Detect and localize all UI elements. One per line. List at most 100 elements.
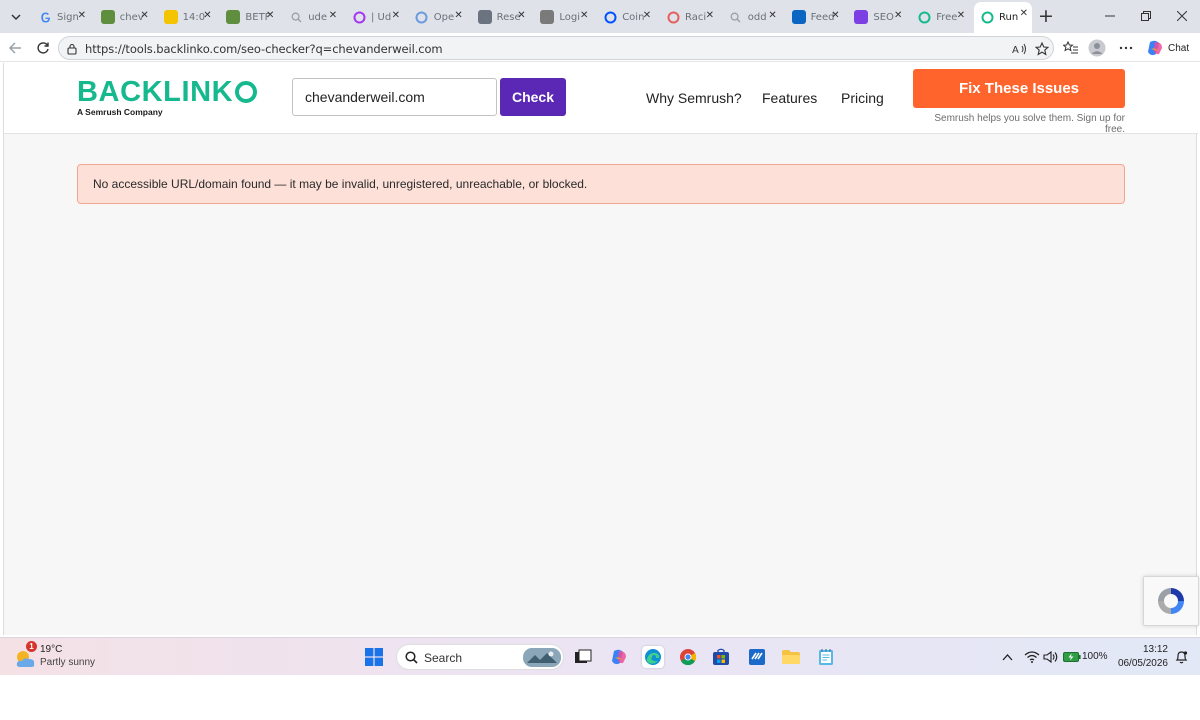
browser-tab-3[interactable]: 14:0 ✕ xyxy=(158,4,216,30)
taskbar-search-label: Search xyxy=(424,651,463,665)
openai-icon xyxy=(415,10,429,24)
browser-tab-1[interactable]: Sign ✕ xyxy=(32,4,90,30)
browser-tab-6[interactable]: | Ud ✕ xyxy=(346,4,404,30)
new-tab-button[interactable]: + xyxy=(1038,6,1054,26)
todo-app-button[interactable] xyxy=(746,646,768,668)
fix-these-issues-button[interactable]: Fix These Issues xyxy=(913,69,1125,108)
close-tab-icon[interactable]: ✕ xyxy=(517,9,525,23)
browser-tab-4[interactable]: BETF ✕ xyxy=(220,4,278,30)
refresh-button[interactable] xyxy=(34,39,52,57)
notifications-button[interactable] xyxy=(1170,646,1192,668)
minimize-button[interactable] xyxy=(1100,6,1120,26)
maximize-button[interactable] xyxy=(1136,6,1156,26)
show-hidden-icons-button[interactable] xyxy=(996,646,1018,668)
error-alert: No accessible URL/domain found — it may … xyxy=(77,164,1125,204)
error-alert-text: No accessible URL/domain found — it may … xyxy=(93,177,588,191)
browser-tab-7[interactable]: Ope ✕ xyxy=(409,4,467,30)
address-bar[interactable]: https://tools.backlinko.com/seo-checker?… xyxy=(58,36,1054,60)
close-tab-icon[interactable]: ✕ xyxy=(266,9,274,23)
browser-tab-14[interactable]: SEO ✕ xyxy=(848,4,906,30)
browser-tab-2[interactable]: chev ✕ xyxy=(95,4,153,30)
backlinko-logo[interactable]: BACKLINK A Semrush Company xyxy=(77,76,258,117)
task-view-button[interactable] xyxy=(572,646,594,668)
favorites-list-icon xyxy=(1063,41,1078,54)
edge-app-button[interactable] xyxy=(642,646,664,668)
cta-subtext: Semrush helps you solve them. Sign up fo… xyxy=(934,113,1125,135)
arrow-left-icon xyxy=(8,42,21,54)
weather-widget[interactable]: 1 19°C Partly sunny xyxy=(14,641,114,673)
close-tab-icon[interactable]: ✕ xyxy=(768,9,776,23)
favorite-button[interactable] xyxy=(1033,40,1051,58)
star-icon xyxy=(1035,42,1049,56)
close-tab-icon[interactable]: ✕ xyxy=(392,9,400,23)
lock-icon xyxy=(67,43,77,55)
browser-tab-strip: Sign ✕ chev ✕ 14:0 ✕ BETF ✕ ude ✕ | Ud ✕ Ope ✕ Rese ✕ Lo… xyxy=(0,0,1200,33)
back-button[interactable] xyxy=(6,39,24,57)
close-tab-icon[interactable]: ✕ xyxy=(894,9,902,23)
read-aloud-button[interactable]: A xyxy=(1011,40,1029,58)
notepad-icon xyxy=(819,649,833,665)
close-tab-icon[interactable]: ✕ xyxy=(1020,7,1028,21)
close-tab-icon[interactable]: ✕ xyxy=(957,9,965,23)
screen: Sign ✕ chev ✕ 14:0 ✕ BETF ✕ ude ✕ | Ud ✕ Ope ✕ Rese ✕ Lo… xyxy=(0,0,1200,720)
logo-text: BACKLINK xyxy=(77,76,234,108)
tab-actions-menu[interactable] xyxy=(5,6,27,28)
close-tab-icon[interactable]: ✕ xyxy=(140,9,148,23)
browser-tab-5[interactable]: ude ✕ xyxy=(283,4,341,30)
file-explorer-button[interactable] xyxy=(780,646,802,668)
browser-tab-9[interactable]: Logi ✕ xyxy=(534,4,592,30)
notepad-app-button[interactable] xyxy=(815,646,837,668)
site-header: BACKLINK A Semrush Company Check Why Sem… xyxy=(4,63,1198,135)
browser-tab-8[interactable]: Rese ✕ xyxy=(472,4,530,30)
browser-tab-16[interactable]: Run ✕ xyxy=(974,2,1032,33)
start-button[interactable] xyxy=(363,646,385,668)
nav-pricing[interactable]: Pricing xyxy=(841,90,884,106)
check-button[interactable]: Check xyxy=(500,78,566,116)
store-app-button[interactable] xyxy=(710,646,732,668)
browser-tab-11[interactable]: Raci ✕ xyxy=(660,4,718,30)
copilot-chat-button[interactable]: Chat xyxy=(1146,39,1189,57)
nav-why-semrush[interactable]: Why Semrush? xyxy=(646,90,742,106)
domain-input[interactable] xyxy=(292,78,497,116)
close-tab-icon[interactable]: ✕ xyxy=(203,9,211,23)
nav-features[interactable]: Features xyxy=(762,90,817,106)
site-info-button[interactable] xyxy=(63,40,81,58)
close-tab-icon[interactable]: ✕ xyxy=(643,9,651,23)
logo-wordmark: BACKLINK xyxy=(77,76,258,108)
browser-tab-10[interactable]: Coin ✕ xyxy=(597,4,655,30)
minimize-icon xyxy=(1105,15,1115,17)
close-window-button[interactable] xyxy=(1172,6,1192,26)
copilot-icon xyxy=(612,649,626,665)
copilot-app-button[interactable] xyxy=(608,646,630,668)
url-text: https://tools.backlinko.com/seo-checker?… xyxy=(85,42,443,56)
windows-taskbar: 1 19°C Partly sunny Search 100% 13:12 06… xyxy=(0,637,1200,675)
close-tab-icon[interactable]: ✕ xyxy=(706,9,714,23)
favorites-button[interactable] xyxy=(1062,39,1080,57)
backlinko-icon xyxy=(980,11,994,25)
bell-icon xyxy=(1175,651,1187,664)
volume-button[interactable] xyxy=(1040,646,1062,668)
recaptcha-badge[interactable] xyxy=(1143,576,1199,626)
search-icon xyxy=(729,10,743,24)
refresh-icon xyxy=(37,42,49,54)
profile-button[interactable] xyxy=(1088,39,1106,57)
web-page: BACKLINK A Semrush Company Check Why Sem… xyxy=(3,63,1199,635)
taskbar-search[interactable]: Search xyxy=(396,644,564,670)
browser-tab-13[interactable]: Feed ✕ xyxy=(786,4,844,30)
clock[interactable]: 13:12 06/05/2026 xyxy=(1112,643,1168,673)
close-tab-icon[interactable]: ✕ xyxy=(831,9,839,23)
close-tab-icon[interactable]: ✕ xyxy=(329,9,337,23)
shopify-icon xyxy=(226,10,241,24)
browser-tab-15[interactable]: Free ✕ xyxy=(911,4,969,30)
chrome-icon xyxy=(680,649,697,666)
battery-icon xyxy=(1063,652,1081,662)
close-tab-icon[interactable]: ✕ xyxy=(78,9,86,23)
battery-button[interactable] xyxy=(1061,646,1083,668)
logo-ring-icon xyxy=(235,81,258,103)
close-tab-icon[interactable]: ✕ xyxy=(580,9,588,23)
settings-menu-button[interactable] xyxy=(1117,39,1135,57)
chrome-app-button[interactable] xyxy=(677,646,699,668)
close-tab-icon[interactable]: ✕ xyxy=(454,9,462,23)
browser-tab-12[interactable]: odd ✕ xyxy=(723,4,781,30)
folder-icon xyxy=(782,650,800,664)
